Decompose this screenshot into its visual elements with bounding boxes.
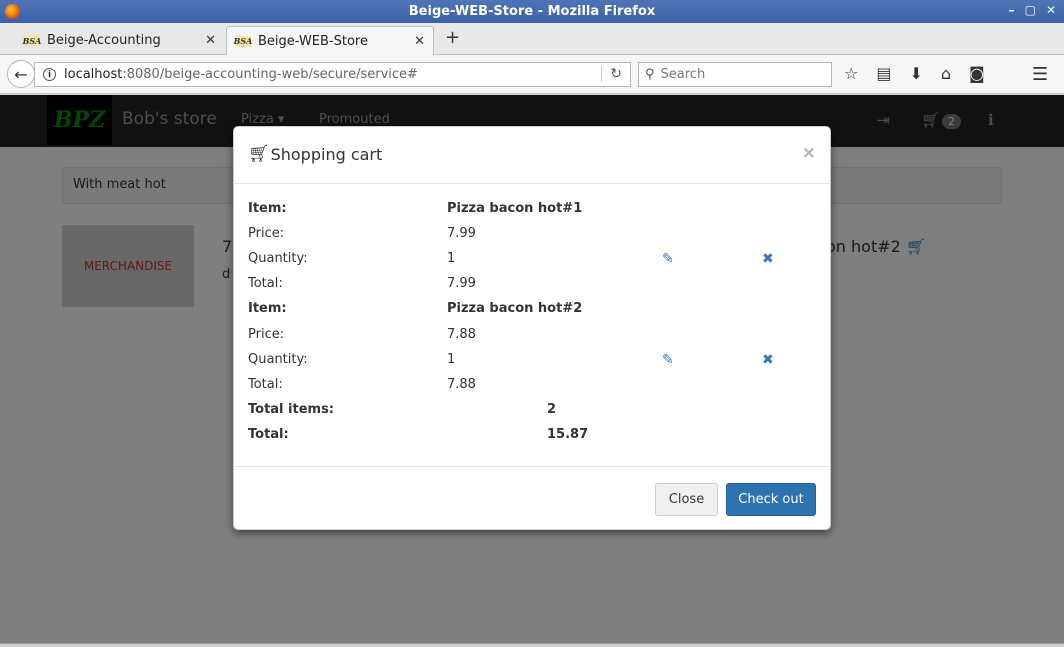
cart-item-quantity: 1 — [447, 352, 456, 367]
edit-pencil-icon[interactable]: ✎ — [662, 352, 674, 368]
cart-quantity-row: Quantity: 1 ✎ ✖ — [248, 352, 774, 368]
modal-title-text: Shopping cart — [270, 144, 383, 164]
url-path: :8080/beige-accounting-web/secure/servic… — [122, 67, 418, 82]
cart-quantity-row: Quantity: 1 ✎ ✖ — [248, 251, 774, 267]
toolbar-icons: ☆ ▤ ⬇ ⌂ ◙ — [844, 64, 985, 83]
close-window-button[interactable]: ✕ — [1046, 3, 1056, 17]
tab-label: Beige-Accounting — [47, 33, 161, 48]
total-items-row: Total items: 2 — [248, 402, 557, 417]
tab-beige-accounting[interactable]: BSA Beige-Accounting ✕ — [18, 26, 224, 55]
hamburger-menu-icon[interactable]: ☰ — [1032, 64, 1048, 85]
grand-total-value: 15.87 — [547, 427, 589, 442]
cart-item-price: 7.88 — [447, 327, 476, 342]
tab-bar: BSA Beige-Accounting ✕ BSA Beige-WEB-Sto… — [0, 23, 1064, 55]
tab-close-icon[interactable]: ✕ — [205, 33, 216, 48]
remove-item-icon[interactable]: ✖ — [762, 251, 774, 267]
cart-item-total: 7.88 — [447, 377, 476, 392]
total-items-value: 2 — [547, 402, 557, 417]
back-button[interactable]: ← — [7, 60, 35, 88]
modal-body: Item: Pizza bacon hot#1 Price: 7.99 Quanti… — [234, 184, 830, 466]
status-bar — [0, 643, 1064, 647]
minimize-button[interactable]: – — [1009, 3, 1015, 17]
cart-item-name: Pizza bacon hot#2 — [447, 301, 583, 316]
shopping-cart-modal: 🛒︎ Shopping cart × Item: Pizza bacon hot#… — [233, 126, 831, 530]
bsa-favicon-icon: BSA — [233, 35, 253, 47]
reload-icon[interactable]: ↻ — [601, 66, 622, 82]
cart-item-quantity: 1 — [447, 251, 456, 266]
tab-beige-web-store[interactable]: BSA Beige-WEB-Store ✕ — [226, 26, 434, 55]
cart-item-price: 7.99 — [447, 226, 476, 241]
new-tab-button[interactable]: + — [445, 27, 460, 48]
cart-total-row: Total: 7.88 — [248, 377, 476, 392]
bookmark-star-icon[interactable]: ☆ — [844, 64, 858, 83]
search-icon: ⚲ — [645, 67, 655, 82]
checkout-button[interactable]: Check out — [726, 483, 816, 516]
grand-total-row: Total: 15.87 — [248, 427, 589, 442]
cart-price-row: Price: 7.88 — [248, 327, 476, 342]
cart-item-total: 7.99 — [447, 276, 476, 291]
cart-item-row: Item: Pizza bacon hot#2 — [248, 301, 583, 316]
cart-item-name: Pizza bacon hot#1 — [447, 201, 583, 216]
window-controls: – ▢ ✕ — [1009, 3, 1056, 17]
window-titlebar: Beige-WEB-Store - Mozilla Firefox – ▢ ✕ — [0, 0, 1064, 23]
tab-label: Beige-WEB-Store — [258, 33, 368, 49]
url-host: localhost — [64, 67, 123, 82]
cart-price-row: Price: 7.99 — [248, 226, 476, 241]
cart-icon: 🛒︎ — [248, 144, 270, 164]
downloads-icon[interactable]: ⬇ — [909, 64, 922, 83]
firefox-icon — [5, 4, 20, 19]
cart-item-row: Item: Pizza bacon hot#1 — [248, 201, 583, 216]
search-placeholder: Search — [660, 67, 706, 82]
remove-item-icon[interactable]: ✖ — [762, 352, 774, 368]
close-button[interactable]: Close — [655, 483, 718, 516]
modal-title: 🛒︎ Shopping cart — [248, 144, 382, 164]
home-icon[interactable]: ⌂ — [941, 64, 951, 83]
window-title: Beige-WEB-Store - Mozilla Firefox — [408, 4, 656, 19]
site-info-icon[interactable]: i — [43, 68, 56, 81]
search-input[interactable]: ⚲ Search — [638, 62, 832, 87]
bsa-favicon-icon: BSA — [22, 35, 42, 46]
modal-close-icon[interactable]: × — [802, 143, 816, 163]
url-bar[interactable]: i localhost:8080/beige-accounting-web/se… — [34, 62, 631, 87]
tab-close-icon[interactable]: ✕ — [414, 34, 425, 49]
modal-header: 🛒︎ Shopping cart × — [234, 127, 830, 184]
maximize-button[interactable]: ▢ — [1025, 3, 1036, 17]
back-arrow-icon: ← — [14, 64, 28, 84]
cart-total-row: Total: 7.99 — [248, 276, 476, 291]
reading-list-icon[interactable]: ▤ — [876, 64, 891, 83]
modal-footer: Close Check out — [234, 466, 830, 530]
browser-toolbar: ← i localhost:8080/beige-accounting-web/… — [0, 55, 1064, 94]
pocket-icon[interactable]: ◙ — [969, 64, 985, 83]
edit-pencil-icon[interactable]: ✎ — [662, 251, 674, 267]
